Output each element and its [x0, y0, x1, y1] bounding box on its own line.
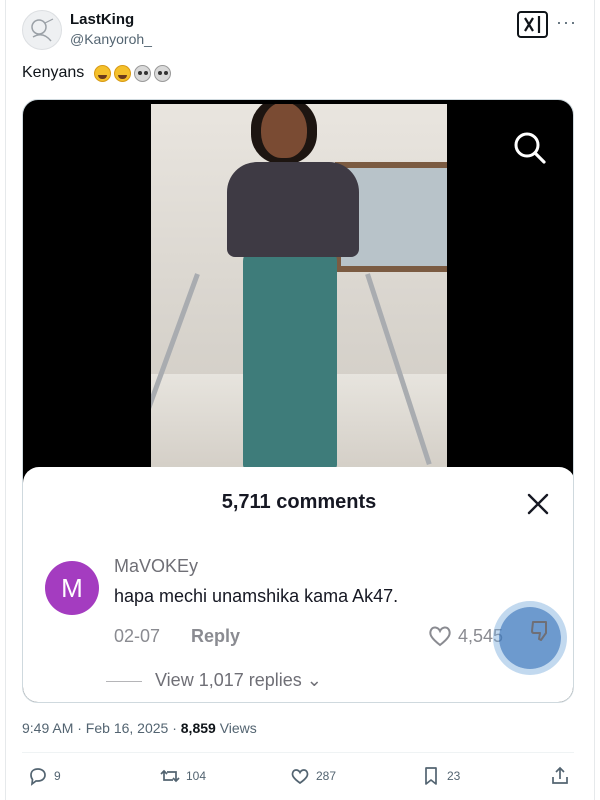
tears-of-joy-emoji-icon: [94, 64, 112, 82]
person-pants: [243, 249, 337, 469]
bookmark-icon: [425, 767, 437, 785]
bookmark-action[interactable]: 23: [421, 766, 460, 786]
person-top: [227, 162, 359, 257]
comments-panel: 5,711 comments M MaVOKEy hapa mechi unam…: [23, 467, 573, 702]
comments-count-title: 5,711 comments: [221, 491, 377, 513]
retweet-icon: [160, 769, 180, 783]
view-replies-button[interactable]: View 1,017 replies ⌄: [155, 670, 322, 691]
views-label: Views: [215, 720, 257, 736]
tweet-media[interactable]: 5,711 comments M MaVOKEy hapa mechi unam…: [22, 99, 574, 703]
tweet-text-content: Kenyans: [22, 64, 85, 81]
replies-divider: [106, 681, 142, 682]
video-frame[interactable]: [151, 104, 447, 469]
retweet-action[interactable]: 104: [160, 766, 206, 786]
heart-icon[interactable]: [427, 623, 453, 649]
tweet-text: Kenyans: [22, 64, 172, 82]
author-avatar[interactable]: [22, 10, 62, 50]
share-action[interactable]: [550, 766, 570, 786]
person-head: [261, 104, 307, 158]
tears-of-joy-emoji-icon: [114, 64, 132, 82]
author-handle[interactable]: @Kanyoroh_: [70, 31, 152, 47]
author-name[interactable]: LastKing: [70, 11, 134, 28]
bookmark-count: 23: [447, 769, 461, 783]
divider: [22, 752, 574, 753]
skull-emoji-icon: [154, 64, 172, 82]
reply-icon: [30, 768, 46, 786]
comment-text: hapa mechi unamshika kama Ak47.: [114, 586, 399, 606]
like-action[interactable]: 287: [290, 766, 336, 786]
retweet-count: 104: [186, 769, 207, 783]
share-icon: [552, 766, 568, 784]
comment-date: 02-07: [114, 626, 161, 646]
more-options-icon[interactable]: ···: [556, 12, 577, 33]
search-icon[interactable]: [513, 131, 547, 165]
tweet-meta: 9:49 AM · Feb 16, 2025 · 8,859 Views: [22, 720, 257, 736]
commenter-username[interactable]: MaVOKEy: [114, 556, 198, 577]
tweet-timestamp[interactable]: 9:49 AM · Feb 16, 2025 ·: [22, 720, 181, 736]
views-count: 8,859: [180, 720, 216, 736]
close-icon[interactable]: [525, 491, 551, 517]
skull-emoji-icon: [134, 64, 152, 82]
commenter-avatar[interactable]: M: [45, 561, 99, 615]
heart-icon: [291, 769, 309, 785]
dislike-icon[interactable]: [529, 619, 553, 643]
comment-likes-count: 4,545: [458, 626, 504, 646]
reply-action[interactable]: 9: [28, 766, 61, 786]
reply-count: 9: [54, 769, 61, 783]
reply-button[interactable]: Reply: [191, 626, 240, 647]
avatar-sketch-icon: [31, 18, 54, 42]
grok-icon[interactable]: [517, 11, 548, 38]
like-count: 287: [316, 769, 337, 783]
